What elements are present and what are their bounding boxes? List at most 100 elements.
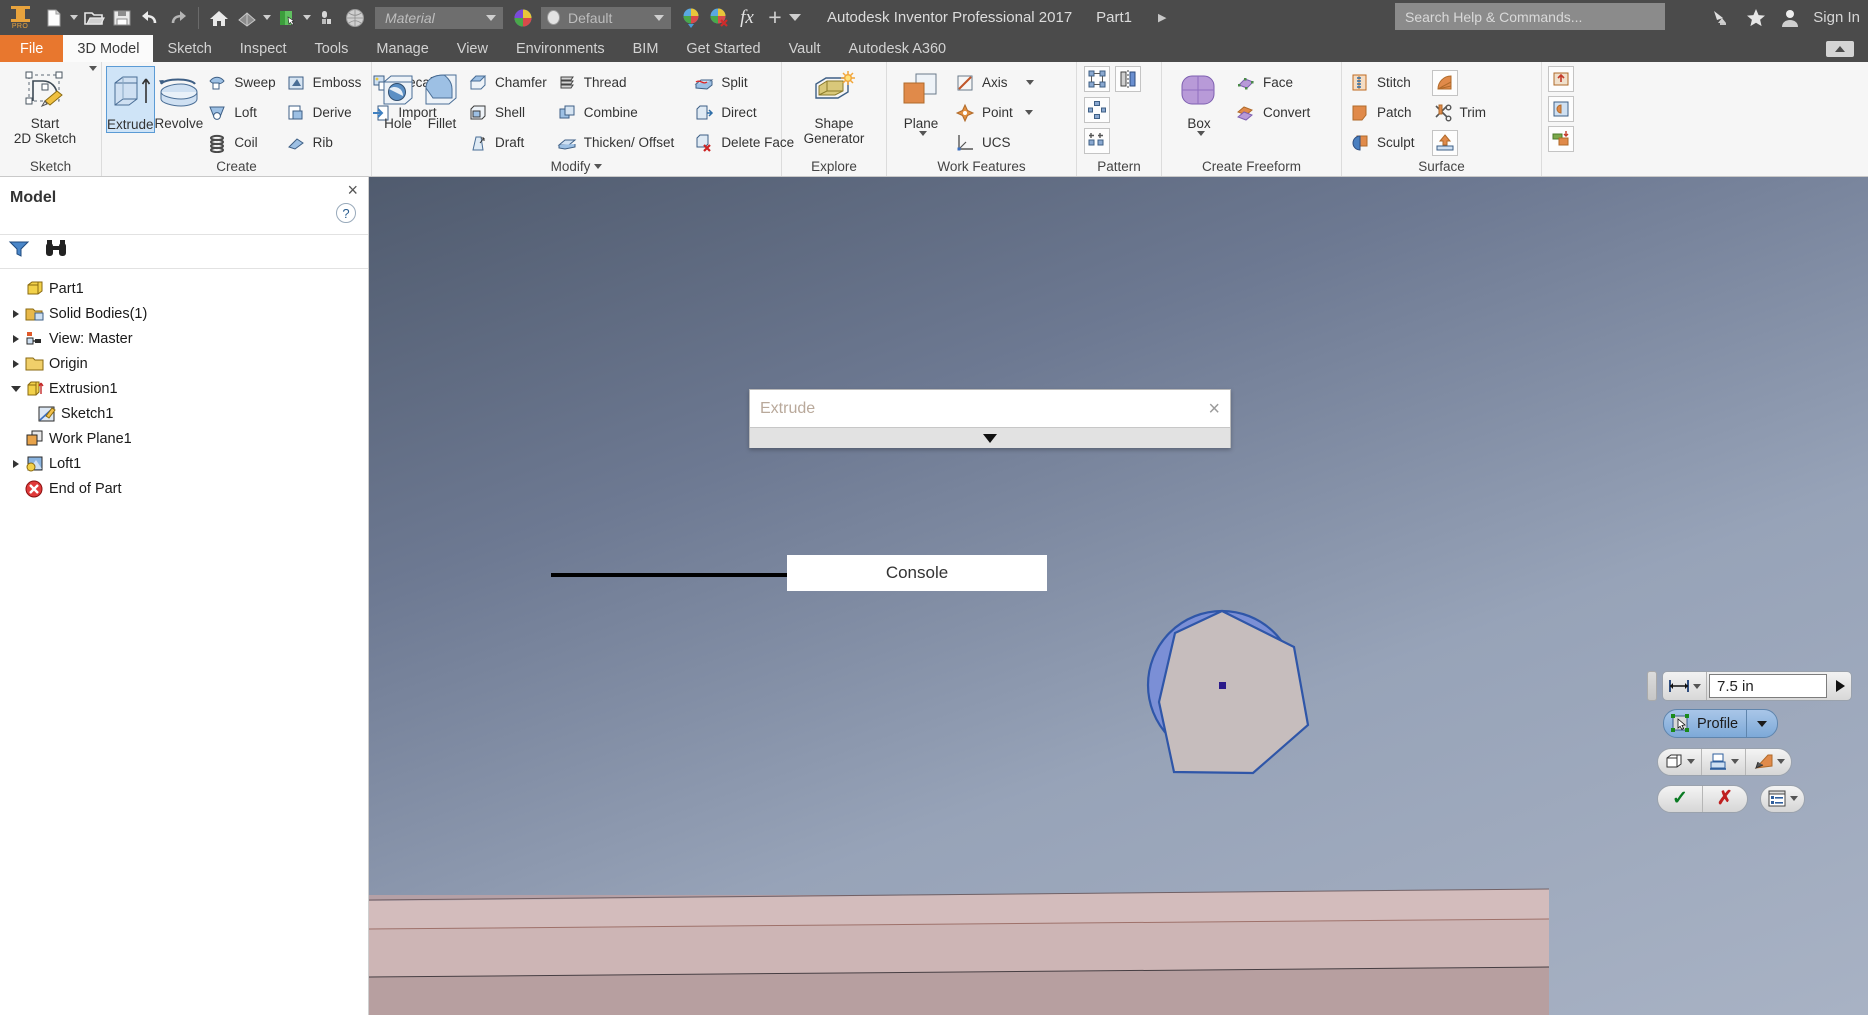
- tree-node-solid-bodies[interactable]: Solid Bodies(1): [0, 301, 368, 326]
- fx-button[interactable]: fx: [733, 3, 761, 33]
- tree-node-sketch1[interactable]: Sketch1: [0, 401, 368, 426]
- filter-funnel-icon[interactable]: [8, 239, 30, 264]
- adjust-appearance-button[interactable]: [677, 3, 705, 33]
- mini-toolbar-grip[interactable]: [1647, 671, 1657, 701]
- tab-manage[interactable]: Manage: [362, 35, 442, 62]
- chamfer-button[interactable]: Chamfer: [464, 68, 553, 97]
- copy-object-button[interactable]: [1548, 126, 1574, 152]
- sign-in-button[interactable]: Sign In: [1813, 9, 1860, 26]
- new-file-dropdown-icon[interactable]: [68, 3, 80, 33]
- distance-type-dropdown-icon[interactable]: [1693, 683, 1701, 689]
- tab-file[interactable]: File: [0, 35, 64, 62]
- emboss-button[interactable]: Emboss: [282, 68, 368, 97]
- boundary-patch-button[interactable]: [1548, 96, 1574, 122]
- tab-bim[interactable]: BIM: [619, 35, 673, 62]
- profile-main[interactable]: Profile: [1664, 710, 1746, 737]
- ruled-surface-button[interactable]: [1429, 68, 1493, 97]
- 3d-viewport[interactable]: Extrude × Console 7.5 in Profile ✓ ✗: [369, 177, 1868, 1015]
- sketch-driven-pattern-button[interactable]: [1084, 128, 1110, 154]
- combine-button[interactable]: Combine: [553, 98, 681, 127]
- shell-button[interactable]: Shell: [464, 98, 553, 127]
- new-file-button[interactable]: [40, 3, 68, 33]
- tab-get-started[interactable]: Get Started: [672, 35, 774, 62]
- thicken-offset-button[interactable]: Thicken/ Offset: [553, 128, 681, 157]
- solid-output-dropdown-icon[interactable]: [1687, 759, 1695, 764]
- user-avatar-icon[interactable]: [1779, 7, 1801, 29]
- tree-expander-collapsed[interactable]: [8, 459, 24, 468]
- tree-node-part1[interactable]: Part1: [0, 276, 368, 301]
- browser-title[interactable]: Model: [10, 189, 63, 207]
- tree-node-end-of-part[interactable]: End of Part: [0, 476, 368, 501]
- sphere-icon[interactable]: [341, 3, 369, 33]
- binoculars-icon[interactable]: [44, 239, 68, 264]
- coil-button[interactable]: Coil: [203, 128, 281, 157]
- star-icon[interactable]: [1745, 7, 1767, 29]
- tab-vault[interactable]: Vault: [775, 35, 835, 62]
- point-dropdown-icon[interactable]: [1024, 110, 1033, 115]
- undo-button[interactable]: [136, 3, 164, 33]
- clear-appearance-button[interactable]: [705, 3, 733, 33]
- boolean-join-button[interactable]: [1702, 748, 1746, 775]
- extend-surface-icon[interactable]: [1431, 129, 1458, 156]
- tab-view[interactable]: View: [443, 35, 502, 62]
- tree-node-view-master[interactable]: View: Master: [0, 326, 368, 351]
- green-book-dropdown-icon[interactable]: [301, 3, 313, 33]
- appearance-combo[interactable]: Default: [541, 6, 671, 29]
- tab-sketch[interactable]: Sketch: [153, 35, 225, 62]
- taper-angle-button[interactable]: [1746, 749, 1791, 775]
- extrude-dialog-expand-button[interactable]: [750, 427, 1230, 448]
- distance-type-button[interactable]: [1663, 672, 1707, 700]
- tree-expander-collapsed[interactable]: [8, 359, 24, 368]
- derive-button[interactable]: Derive: [282, 98, 368, 127]
- redo-button[interactable]: [164, 3, 192, 33]
- freeform-box-button[interactable]: Box: [1166, 66, 1232, 136]
- rib-button[interactable]: Rib: [282, 128, 368, 157]
- trim-button[interactable]: Trim: [1429, 98, 1493, 127]
- distance-input[interactable]: 7.5 in: [1709, 674, 1827, 698]
- replace-face-button[interactable]: [1548, 66, 1574, 92]
- thread-button[interactable]: Thread: [553, 68, 681, 97]
- qat-overflow-icon[interactable]: [789, 3, 801, 33]
- tab-tools[interactable]: Tools: [301, 35, 363, 62]
- hole-button[interactable]: Hole: [376, 66, 420, 131]
- tree-expander-expanded[interactable]: [8, 385, 24, 392]
- tree-node-extrusion1[interactable]: Extrusion1: [0, 376, 368, 401]
- options-dropdown-icon[interactable]: [1789, 796, 1798, 801]
- tree-expander-collapsed[interactable]: [8, 334, 24, 343]
- profile-button[interactable]: Profile: [1663, 709, 1779, 738]
- select-icon[interactable]: [313, 3, 341, 33]
- draft-button[interactable]: Draft: [464, 128, 553, 157]
- freeform-face-button[interactable]: Face: [1232, 68, 1316, 97]
- axis-dropdown-icon[interactable]: [1025, 80, 1034, 85]
- ok-button[interactable]: ✓: [1658, 785, 1703, 812]
- stitch-button[interactable]: Stitch: [1346, 68, 1421, 97]
- browser-close-icon[interactable]: ×: [347, 181, 358, 199]
- save-button[interactable]: [108, 3, 136, 33]
- axis-button[interactable]: Axis: [951, 68, 1040, 97]
- cancel-button[interactable]: ✗: [1703, 786, 1747, 812]
- ruled-surface-icon[interactable]: [1431, 69, 1458, 96]
- tree-node-origin[interactable]: Origin: [0, 351, 368, 376]
- options-button[interactable]: [1761, 786, 1804, 812]
- tree-node-work-plane1[interactable]: Work Plane1: [0, 426, 368, 451]
- extrude-dialog[interactable]: Extrude ×: [749, 389, 1231, 448]
- point-button[interactable]: Point: [951, 98, 1040, 127]
- return-button[interactable]: [233, 3, 261, 33]
- fillet-button[interactable]: Fillet: [420, 66, 464, 131]
- tab-autodesk-a360[interactable]: Autodesk A360: [835, 35, 961, 62]
- green-book-icon[interactable]: [273, 3, 301, 33]
- extrude-button[interactable]: Extrude: [106, 66, 155, 133]
- ucs-button[interactable]: UCS: [951, 128, 1040, 157]
- distance-next-button[interactable]: [1829, 672, 1851, 700]
- search-input[interactable]: Search Help & Commands...: [1395, 3, 1665, 30]
- extend-surface-button[interactable]: [1429, 128, 1493, 157]
- sketch-dropdown-icon[interactable]: [89, 66, 97, 115]
- material-combo[interactable]: Material: [375, 6, 503, 29]
- color-palette-icon[interactable]: [509, 3, 537, 33]
- freeform-box-dropdown-icon[interactable]: [1196, 131, 1205, 136]
- patch-button[interactable]: Patch: [1346, 98, 1421, 127]
- plane-dropdown-icon[interactable]: [918, 131, 927, 136]
- modify-panel-dropdown-icon[interactable]: [594, 164, 603, 169]
- extrude-dialog-close-icon[interactable]: ×: [1208, 399, 1220, 419]
- tab-3d-model[interactable]: 3D Model: [63, 35, 154, 62]
